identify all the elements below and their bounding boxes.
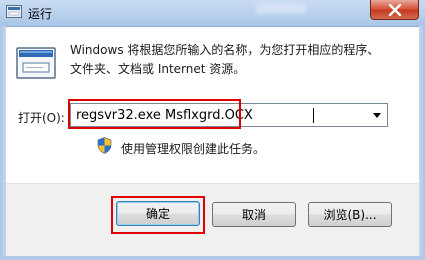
input-highlight-box	[68, 99, 241, 129]
run-app-icon	[6, 5, 22, 18]
run-dialog-icon	[16, 47, 56, 79]
window-frame-right	[419, 26, 425, 260]
ghost-title-reflection	[256, 4, 306, 14]
uac-shield-icon	[97, 137, 112, 154]
browse-button[interactable]: 浏览(B)...	[308, 202, 392, 227]
dropdown-button[interactable]	[367, 104, 387, 126]
close-button[interactable]	[370, 0, 419, 20]
window-title: 运行	[28, 7, 53, 21]
open-label: 打开(O):	[18, 111, 65, 125]
close-icon	[388, 3, 401, 16]
cancel-button[interactable]: 取消	[212, 202, 296, 227]
text-caret	[313, 108, 314, 123]
description-line-2: 文件夹、文档或 Internet 资源。	[70, 62, 246, 76]
dialog-description: Windows 将根据您所输入的名称，为您打开相应的程序、 文件夹、文档或 In…	[70, 41, 379, 79]
dropdown-arrow-icon	[373, 112, 381, 118]
title-bar[interactable]: 运行	[0, 0, 425, 27]
ok-highlight-box	[111, 196, 205, 234]
description-line-1: Windows 将根据您所输入的名称，为您打开相应的程序、	[70, 43, 380, 57]
admin-note: 使用管理权限创建此任务。	[121, 142, 266, 156]
